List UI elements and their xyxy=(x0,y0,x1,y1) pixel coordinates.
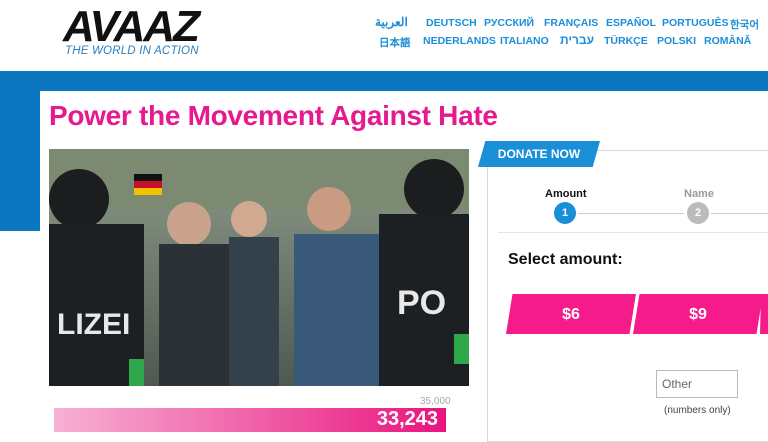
lang-dutch[interactable]: NEDERLANDS xyxy=(423,35,496,47)
avaaz-logo[interactable]: AVAAZ THE WORLD IN ACTION xyxy=(63,2,213,60)
donate-now-tab[interactable]: DONATE NOW xyxy=(478,141,600,167)
logo-tagline: THE WORLD IN ACTION xyxy=(65,45,199,57)
progress-goal: 35,000 xyxy=(420,396,451,407)
lang-spanish[interactable]: ESPAÑOL xyxy=(606,17,656,29)
svg-text:LIZEI: LIZEI xyxy=(57,308,130,341)
lang-french[interactable]: FRANÇAIS xyxy=(544,17,598,29)
divider xyxy=(498,232,768,233)
amount-6-button[interactable]: $6 xyxy=(506,294,636,334)
lang-korean[interactable]: 한국어 xyxy=(730,17,759,32)
step-name-label: Name xyxy=(684,188,714,200)
lang-german[interactable]: DEUTSCH xyxy=(426,17,477,29)
lang-hebrew[interactable]: עברית xyxy=(560,33,594,47)
select-amount-heading: Select amount: xyxy=(508,251,623,268)
lang-japanese[interactable]: 日本語 xyxy=(379,35,411,50)
lang-turkish[interactable]: TÜRKÇE xyxy=(604,35,648,47)
other-amount-input[interactable]: Other xyxy=(656,370,738,398)
donate-now-label: DONATE NOW xyxy=(497,147,581,161)
lang-italian[interactable]: ITALIANO xyxy=(500,35,549,47)
step-amount-label: Amount xyxy=(545,188,587,200)
progress-count: 33,243 xyxy=(376,408,438,430)
donation-progress-bar: 33,243 xyxy=(54,408,446,432)
step-connector xyxy=(578,213,684,214)
lang-polish[interactable]: POLSKI xyxy=(657,35,696,47)
lang-romanian[interactable]: ROMÂNĂ xyxy=(704,35,751,47)
header-band xyxy=(0,71,768,91)
campaign-photo: LIZEI PO xyxy=(49,149,469,386)
step-connector-2 xyxy=(711,213,768,214)
lang-portuguese[interactable]: PORTUGUÊS xyxy=(662,17,729,29)
amount-more-button-partial[interactable] xyxy=(760,294,768,334)
step-2-indicator[interactable]: 2 xyxy=(687,202,709,224)
left-accent xyxy=(0,91,40,231)
step-1-indicator[interactable]: 1 xyxy=(554,202,576,224)
lang-arabic[interactable]: العربية xyxy=(375,15,408,29)
svg-text:PO: PO xyxy=(397,284,446,322)
other-amount-hint: (numbers only) xyxy=(664,405,731,416)
page-title: Power the Movement Against Hate xyxy=(49,100,498,131)
lang-russian[interactable]: РУССКИЙ xyxy=(484,17,534,29)
amount-9-button[interactable]: $9 xyxy=(633,294,763,334)
